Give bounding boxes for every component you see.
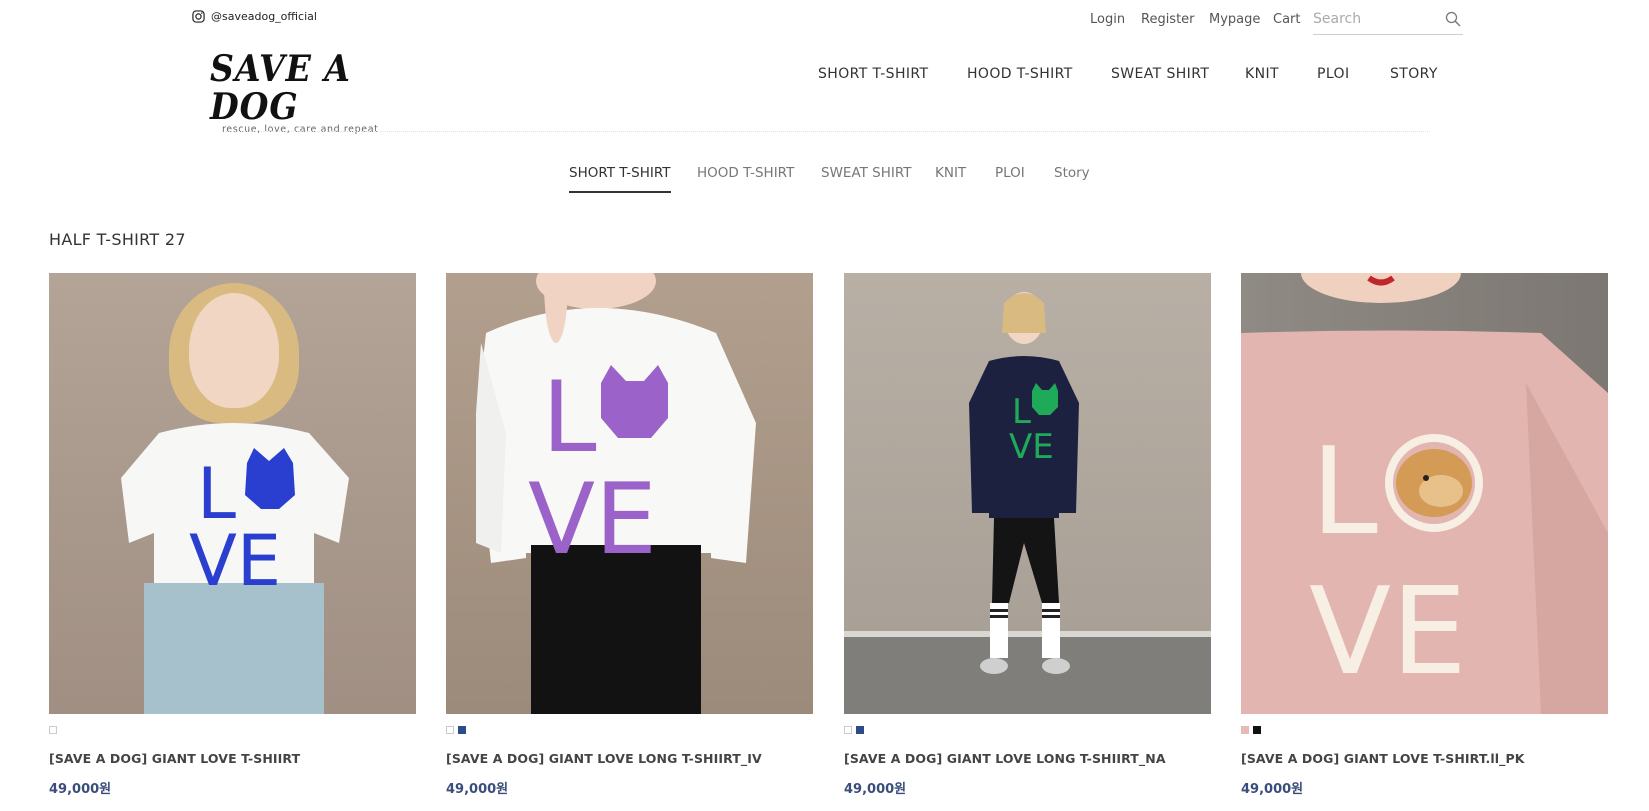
product-name[interactable]: [SAVE A DOG] GIANT LOVE LONG T-SHIIRT_IV	[446, 751, 813, 766]
product-card: L VE [SAVE A DOG] GIANT LOVE LONG T-SHII…	[844, 273, 1211, 797]
cart-link[interactable]: Cart	[1273, 12, 1301, 27]
color-swatches	[49, 726, 416, 736]
svg-text:L: L	[542, 361, 597, 475]
product-image[interactable]: L VE	[844, 273, 1211, 714]
instagram-handle: @saveadog_official	[211, 10, 317, 23]
sub-nav-knit[interactable]: KNIT	[935, 165, 966, 181]
color-swatch[interactable]	[49, 726, 57, 734]
login-link[interactable]: Login	[1090, 12, 1125, 27]
color-swatch[interactable]	[1241, 726, 1249, 734]
product-card: L VE [SAVE A DOG] GIANT LOVE T-SHIIRT 49…	[49, 273, 416, 797]
color-swatches	[844, 726, 1211, 736]
main-nav-sweat-shirt[interactable]: SWEAT SHIRT	[1111, 66, 1209, 82]
svg-text:L: L	[1311, 423, 1378, 562]
sub-nav-story[interactable]: Story	[1054, 165, 1090, 181]
header-divider	[226, 131, 1430, 132]
product-name[interactable]: [SAVE A DOG] GIANT LOVE T-SHIIRT	[49, 751, 416, 766]
search-box	[1313, 6, 1463, 35]
search-icon[interactable]	[1445, 11, 1461, 27]
svg-text:L: L	[1012, 392, 1031, 432]
main-nav: SHORT T-SHIRT HOOD T-SHIRT SWEAT SHIRT K…	[0, 66, 1649, 88]
product-price: 49,000원	[49, 782, 112, 797]
color-swatches	[1241, 726, 1608, 736]
sub-nav-hood-tshirt[interactable]: HOOD T-SHIRT	[697, 165, 794, 181]
main-nav-knit[interactable]: KNIT	[1245, 66, 1279, 82]
product-card: L VE [SAVE A DOG] GIANT LOVE T-SHIRT.ll_…	[1241, 273, 1608, 797]
sub-nav-sweat-shirt[interactable]: SWEAT SHIRT	[821, 165, 912, 181]
main-nav-ploi[interactable]: PLOI	[1317, 66, 1350, 82]
main-nav-short-tshirt[interactable]: SHORT T-SHIRT	[818, 66, 928, 82]
product-price: 49,000원	[844, 782, 907, 797]
svg-text:VE: VE	[1309, 563, 1467, 702]
sub-nav-short-tshirt[interactable]: SHORT T-SHIRT	[569, 165, 671, 193]
product-price: 49,000원	[1241, 782, 1304, 797]
sub-nav-ploi[interactable]: PLOI	[995, 165, 1025, 181]
instagram-icon	[192, 10, 205, 23]
product-image[interactable]: L VE	[49, 273, 416, 714]
main-nav-hood-tshirt[interactable]: HOOD T-SHIRT	[967, 66, 1073, 82]
mypage-link[interactable]: Mypage	[1209, 12, 1260, 27]
svg-text:VE: VE	[189, 520, 281, 602]
product-image[interactable]: L VE	[446, 273, 813, 714]
register-link[interactable]: Register	[1141, 12, 1195, 27]
color-swatch[interactable]	[1253, 726, 1261, 734]
svg-text:VE: VE	[528, 463, 657, 577]
search-input[interactable]	[1313, 6, 1433, 32]
color-swatch[interactable]	[844, 726, 852, 734]
svg-text:VE: VE	[1009, 427, 1054, 467]
product-price: 49,000원	[446, 782, 509, 797]
sub-nav: SHORT T-SHIRT HOOD T-SHIRT SWEAT SHIRT K…	[0, 165, 1649, 195]
color-swatch[interactable]	[458, 726, 466, 734]
product-name[interactable]: [SAVE A DOG] GIANT LOVE LONG T-SHIIRT_NA	[844, 751, 1211, 766]
color-swatch[interactable]	[446, 726, 454, 734]
product-image[interactable]: L VE	[1241, 273, 1608, 714]
color-swatches	[446, 726, 813, 736]
main-nav-story[interactable]: STORY	[1390, 66, 1438, 82]
product-name[interactable]: [SAVE A DOG] GIANT LOVE T-SHIRT.ll_PK	[1241, 751, 1608, 766]
color-swatch[interactable]	[856, 726, 864, 734]
product-card: L VE [SAVE A DOG] GIANT LOVE LONG T-SHII…	[446, 273, 813, 797]
instagram-link[interactable]: @saveadog_official	[192, 10, 317, 23]
category-title: HALF T-SHIRT 27	[49, 230, 186, 249]
logo-wordmark: SAVE A DOG	[210, 48, 351, 128]
